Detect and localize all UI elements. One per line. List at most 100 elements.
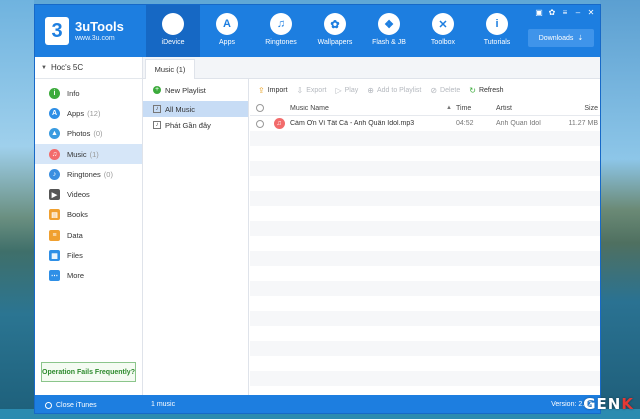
apps-icon: A [49, 107, 60, 119]
tab-strip: Music (1) [143, 57, 600, 79]
close-icon[interactable]: ✕ [586, 8, 596, 17]
sidebar-item-more[interactable]: ⋯ More [35, 266, 142, 286]
sidebar-item-count: (12) [87, 108, 101, 118]
empty-row [250, 326, 600, 341]
sidebar-item-label: Books [67, 210, 88, 220]
export-button[interactable]: ⇩ Export [297, 86, 327, 95]
apple-icon [162, 13, 184, 35]
empty-row [250, 236, 600, 251]
empty-row [250, 131, 600, 146]
toolbar: ⇪ Import ⇩ Export ▷ Play ⊕ Add to Playlist ⊘ Dele… [250, 79, 600, 101]
dropbox-icon: ❖ [378, 13, 400, 35]
new-playlist-label: New Playlist [165, 85, 206, 95]
status-bar: Close iTunes 1 music Version: 2.02 [35, 395, 600, 413]
nav-item-apps[interactable]: A Apps [200, 5, 254, 57]
sidebar-item-files[interactable]: ▦ Files [35, 245, 142, 265]
playlist-label: All Music [165, 104, 196, 114]
empty-row [250, 191, 600, 206]
toolbar-label: Play [344, 86, 359, 94]
export-icon: ⇩ [296, 85, 304, 95]
sidebar-item-data[interactable]: ≡ Data [35, 225, 142, 245]
caret-down-icon: ▼ [41, 64, 47, 71]
sidebar-item-ringtones[interactable]: ♪ Ringtones (0) [35, 164, 142, 184]
music-icon: ♫ [49, 148, 60, 160]
sidebar-item-label: Apps [67, 108, 85, 118]
row-checkbox[interactable] [256, 119, 264, 128]
column-music-name[interactable]: Music Name [288, 105, 446, 112]
close-itunes-button[interactable]: Close iTunes [45, 395, 97, 413]
feedback-icon[interactable]: ▣ [534, 8, 544, 17]
music-panel: ⇪ Import ⇩ Export ▷ Play ⊕ Add to Playlist ⊘ Dele… [250, 79, 600, 395]
sidebar-item-label: Music [67, 149, 87, 159]
nav-item-wallpapers[interactable]: ✿ Wallpapers [308, 5, 362, 57]
empty-row [250, 371, 600, 386]
nav-label: Flash & JB [372, 39, 406, 46]
empty-row [250, 266, 600, 281]
sidebar-item-books[interactable]: ▤ Books [35, 205, 142, 225]
data-icon: ≡ [49, 229, 60, 241]
main-nav: iDevice A Apps ♫ Ringtones ✿ Wallpapers ❖ Flash … [146, 5, 524, 57]
refresh-button[interactable]: ↻ Refresh [469, 86, 503, 95]
settings-icon[interactable]: ≡ [560, 8, 570, 17]
sidebar-item-label: Videos [67, 190, 90, 200]
select-all-checkbox[interactable] [256, 104, 264, 112]
downloads-label: Downloads [538, 34, 574, 42]
empty-row [250, 251, 600, 266]
playlist-item[interactable]: ♪ All Music [143, 101, 248, 117]
delete-button[interactable]: ⊘ Delete [430, 86, 460, 95]
playlist-icon: ♪ [153, 121, 161, 129]
empty-row [250, 296, 600, 311]
nav-item-idevice[interactable]: iDevice [146, 5, 200, 57]
download-icon: ⇣ [577, 35, 584, 42]
sidebar-item-music[interactable]: ♫ Music (1) [35, 143, 142, 165]
column-size[interactable]: Size [562, 105, 598, 112]
desktop-background-left [0, 0, 34, 419]
new-playlist-button[interactable]: + New Playlist [143, 79, 248, 101]
table-row[interactable]: ♫ Cảm Ơn Vì Tất Cả - Anh Quân Idol.mp3 04:… [250, 116, 600, 131]
operation-fails-button[interactable]: Operation Fails Frequently? [41, 362, 136, 382]
playlist-panel: + New Playlist ♪ All Music ♪ Phát Gần đây [143, 79, 249, 395]
sidebar-item-label: Photos [67, 129, 91, 139]
skin-icon[interactable]: ✿ [547, 8, 557, 17]
column-artist[interactable]: Artist [496, 105, 562, 112]
device-selector[interactable]: ▼ Hoc's 5C [35, 57, 142, 79]
toolbar-label: Import [267, 86, 288, 94]
nav-label: Toolbox [430, 39, 456, 46]
sort-up-icon[interactable]: ▲ [446, 105, 456, 111]
time-cell: 04:52 [456, 120, 474, 127]
playlist-item[interactable]: ♪ Phát Gần đây [143, 117, 248, 133]
sidebar-item-videos[interactable]: ▶ Videos [35, 184, 142, 204]
column-time[interactable]: Time [456, 105, 496, 112]
sidebar-item-photos[interactable]: ▲ Photos (0) [35, 124, 142, 144]
top-bar: 3 3uTools www.3u.com iDevice A Apps ♫ Ringto… [35, 5, 600, 57]
info-icon: i [49, 87, 60, 99]
tab-music[interactable]: Music (1) [145, 59, 195, 79]
import-button[interactable]: ⇪ Import [258, 86, 288, 95]
sidebar-item-info[interactable]: i Info [35, 83, 142, 103]
playlist-label: Phát Gần đây [165, 120, 211, 130]
music-count: 1 music [151, 401, 176, 408]
sidebar-item-label: More [67, 271, 85, 281]
music-name-cell: Cảm Ơn Vì Tất Cả - Anh Quân Idol.mp3 [290, 120, 415, 127]
play-icon: ▷ [335, 85, 342, 95]
empty-row [250, 176, 600, 191]
tools-icon: ✕ [432, 13, 454, 35]
sidebar-item-apps[interactable]: A Apps (12) [35, 103, 142, 123]
toolbar-label: Delete [440, 86, 461, 94]
nav-item-toolbox[interactable]: ✕ Toolbox [416, 5, 470, 57]
device-name: Hoc's 5C [50, 63, 84, 72]
add-to-playlist-button[interactable]: ⊕ Add to Playlist [367, 86, 421, 95]
play-button[interactable]: ▷ Play [335, 86, 358, 95]
window-controls: ▣ ✿ ≡ – ✕ [534, 8, 596, 17]
toolbar-label: Add to Playlist [376, 86, 422, 94]
sidebar: ▼ Hoc's 5C i Info A Apps (12) ▲ Photos (0) ♫ Musi… [35, 57, 143, 395]
nav-item-flash-jb[interactable]: ❖ Flash & JB [362, 5, 416, 57]
desktop-background-right [600, 0, 640, 419]
minimize-icon[interactable]: – [573, 8, 583, 17]
brand: 3 3uTools www.3u.com [45, 13, 124, 49]
downloads-button[interactable]: Downloads ⇣ [528, 29, 594, 47]
empty-row [250, 356, 600, 371]
nav-item-tutorials[interactable]: i Tutorials [470, 5, 524, 57]
nav-item-ringtones[interactable]: ♫ Ringtones [254, 5, 308, 57]
sidebar-item-count: (0) [93, 129, 103, 139]
